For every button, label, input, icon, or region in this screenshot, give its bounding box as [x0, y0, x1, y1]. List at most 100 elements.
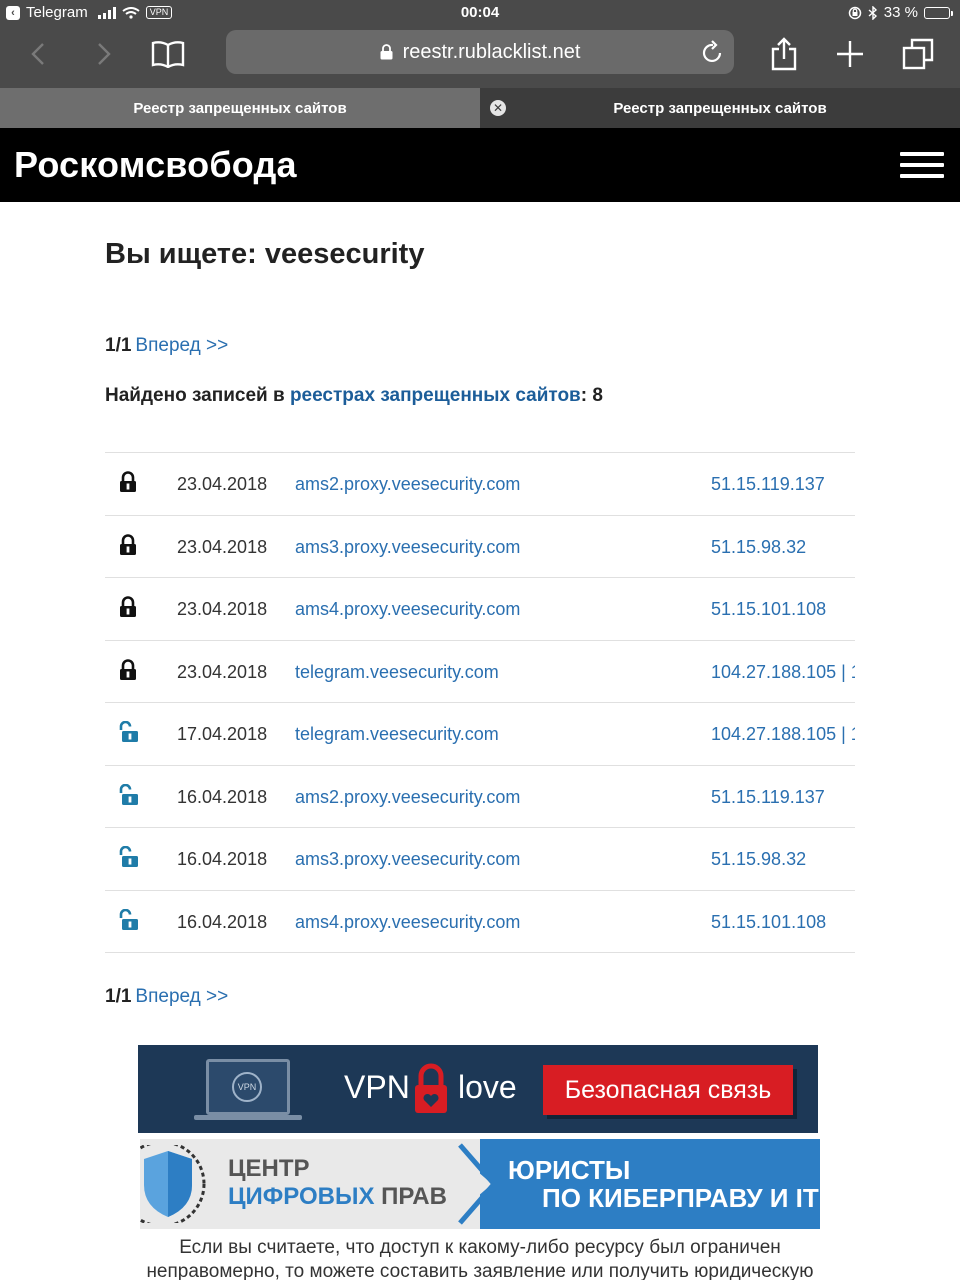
- tab-2-label[interactable]: Реестр запрещенных сайтов: [613, 100, 826, 117]
- row-domain-link[interactable]: ams2.proxy.veesecurity.com: [295, 474, 520, 495]
- banner-law-line2: ЦИФРОВЫХ ПРАВ: [228, 1183, 447, 1211]
- battery-icon: [924, 6, 953, 19]
- page-indicator: 1/1: [105, 986, 132, 1007]
- row-domain-link[interactable]: telegram.veesecurity.com: [295, 724, 499, 745]
- row-date: 16.04.2018: [177, 786, 268, 807]
- row-date: 16.04.2018: [177, 911, 268, 932]
- banner-law-right1: ЮРИСТЫ: [508, 1155, 631, 1185]
- row-domain-link[interactable]: telegram.veesecurity.com: [295, 662, 499, 683]
- banner-law-line2-rest: ПРАВ: [374, 1183, 447, 1210]
- banner-law-line2-colored: ЦИФРОВЫХ: [228, 1183, 375, 1210]
- padlock-heart-icon: [415, 1063, 447, 1113]
- table-row: 16.04.2018 ams3.proxy.veesecurity.com 51…: [105, 828, 855, 891]
- url-text[interactable]: reestr.rublacklist.net: [403, 41, 581, 64]
- battery-percent: 33 %: [883, 4, 918, 21]
- tab-1-label[interactable]: Реестр запрещенных сайтов: [133, 100, 346, 117]
- orientation-lock-icon: [848, 6, 862, 19]
- found-suffix: : 8: [580, 385, 603, 406]
- row-date: 17.04.2018: [177, 724, 268, 744]
- digital-rights-banner[interactable]: ЦЕНТР ЦИФРОВЫХ ПРАВ ЮРИСТЫ ПО КИБЕРПРАВУ…: [140, 1139, 820, 1229]
- table-row: 16.04.2018 ams4.proxy.veesecurity.com 51…: [105, 891, 855, 953]
- laptop-base: [194, 1115, 302, 1120]
- found-count: Найдено записей в реестрах запрещенных с…: [105, 385, 855, 407]
- lock-open-icon: [119, 783, 138, 806]
- tabs-overview-button[interactable]: [896, 34, 940, 74]
- row-date: 23.04.2018: [177, 661, 268, 682]
- share-icon: [771, 37, 797, 71]
- plus-icon: [837, 41, 863, 67]
- registry-link[interactable]: реестрах запрещенных сайтов: [290, 385, 581, 406]
- forward-button[interactable]: [82, 34, 126, 74]
- laptop-vpn-label: VPN: [232, 1072, 262, 1102]
- table-row: 23.04.2018 ams4.proxy.veesecurity.com 51…: [105, 578, 855, 641]
- row-date: 23.04.2018: [177, 536, 268, 557]
- lock-open-icon: [119, 908, 138, 931]
- share-button[interactable]: [762, 34, 806, 74]
- row-ip-link[interactable]: 51.15.119.137: [711, 787, 825, 808]
- row-date: 23.04.2018: [177, 599, 268, 619]
- row-ip-link[interactable]: 104.27.188.105 | 1(: [711, 662, 855, 683]
- banner-love-word: love: [458, 1069, 517, 1105]
- lock-closed-icon: [119, 533, 137, 556]
- book-icon: [151, 41, 185, 68]
- bluetooth-icon: [868, 5, 877, 20]
- pagination-bottom: 1/1 Вперед >>: [105, 986, 855, 1008]
- chevron-left-icon: [31, 43, 44, 65]
- row-domain-link[interactable]: ams2.proxy.veesecurity.com: [295, 787, 520, 808]
- lock-open-icon: [119, 845, 138, 868]
- shield-icon: [140, 1145, 206, 1223]
- secure-connection-button[interactable]: Безопасная связь: [543, 1065, 793, 1115]
- row-ip-link[interactable]: 51.15.101.108: [711, 912, 826, 933]
- banner-law-right2: ПО КИБЕРПРАВУ И IT: [542, 1183, 819, 1213]
- close-tab-icon[interactable]: ✕: [490, 100, 506, 116]
- pagination-top: 1/1 Вперед >>: [105, 335, 855, 357]
- row-ip-link[interactable]: 51.15.98.32: [711, 537, 806, 558]
- chevron-right-icon: [98, 43, 111, 65]
- chevron-right-icon: [458, 1143, 498, 1225]
- row-domain-link[interactable]: ams4.proxy.veesecurity.com: [295, 912, 520, 933]
- row-domain-link[interactable]: ams4.proxy.veesecurity.com: [295, 599, 520, 620]
- page-title: Вы ищете: veesecurity: [105, 238, 425, 270]
- tab-1[interactable]: Реестр запрещенных сайтов: [0, 88, 480, 128]
- reload-icon[interactable]: [702, 40, 724, 64]
- new-tab-button[interactable]: [828, 34, 872, 74]
- bookmarks-button[interactable]: [146, 34, 190, 74]
- table-row: 23.04.2018 ams3.proxy.veesecurity.com 51…: [105, 516, 855, 578]
- site-logo[interactable]: Роскомсвобода: [14, 144, 297, 186]
- next-page-link[interactable]: Вперед >>: [135, 335, 228, 356]
- page-indicator: 1/1: [105, 335, 132, 356]
- address-bar[interactable]: reestr.rublacklist.net: [226, 30, 734, 74]
- next-page-link[interactable]: Вперед >>: [135, 986, 228, 1007]
- row-domain-link[interactable]: ams3.proxy.veesecurity.com: [295, 849, 520, 870]
- tabs-icon: [902, 38, 934, 70]
- table-row: 23.04.2018 telegram.veesecurity.com 104.…: [105, 641, 855, 703]
- footer-notice: Если вы считаете, что доступ к какому-ли…: [146, 1237, 814, 1280]
- clock: 00:04: [460, 4, 500, 21]
- results-table: 23.04.2018 ams2.proxy.veesecurity.com 51…: [105, 452, 855, 953]
- banner-vpn-word: VPN: [344, 1069, 410, 1105]
- main-content: Вы ищете: veesecurity 1/1 Вперед >> Найде…: [105, 202, 855, 1008]
- secure-lock-icon: [380, 44, 393, 60]
- row-ip-link[interactable]: 51.15.98.32: [711, 849, 806, 870]
- tab-2[interactable]: ✕ Реестр запрещенных сайтов: [480, 88, 960, 128]
- status-right: 33 %: [848, 4, 953, 21]
- banner-law-line1: ЦЕНТР: [228, 1155, 310, 1182]
- lock-closed-icon: [119, 471, 137, 493]
- vpn-love-banner[interactable]: VPN VPN love Безопасная связь: [138, 1045, 818, 1133]
- row-ip-link[interactable]: 51.15.119.137: [711, 474, 825, 495]
- table-row: 16.04.2018 ams2.proxy.veesecurity.com 51…: [105, 766, 855, 828]
- row-domain-link[interactable]: ams3.proxy.veesecurity.com: [295, 537, 520, 558]
- table-row: 17.04.2018 telegram.veesecurity.com 104.…: [105, 703, 855, 766]
- browser-toolbar: reestr.rublacklist.net: [0, 26, 960, 88]
- row-ip-link[interactable]: 104.27.188.105 | 1(: [711, 724, 855, 745]
- tab-bar: Реестр запрещенных сайтов ✕ Реестр запре…: [0, 88, 960, 128]
- row-date: 23.04.2018: [177, 474, 268, 494]
- table-row: 23.04.2018 ams2.proxy.veesecurity.com 51…: [105, 453, 855, 516]
- lock-open-icon: [119, 720, 138, 743]
- found-prefix: Найдено записей в: [105, 385, 290, 406]
- row-ip-link[interactable]: 51.15.101.108: [711, 599, 826, 620]
- lock-closed-icon: [119, 596, 137, 618]
- status-bar: ‹ Telegram VPN 00:04 33 %: [0, 0, 960, 26]
- back-button[interactable]: [16, 34, 60, 74]
- menu-icon[interactable]: [900, 152, 944, 178]
